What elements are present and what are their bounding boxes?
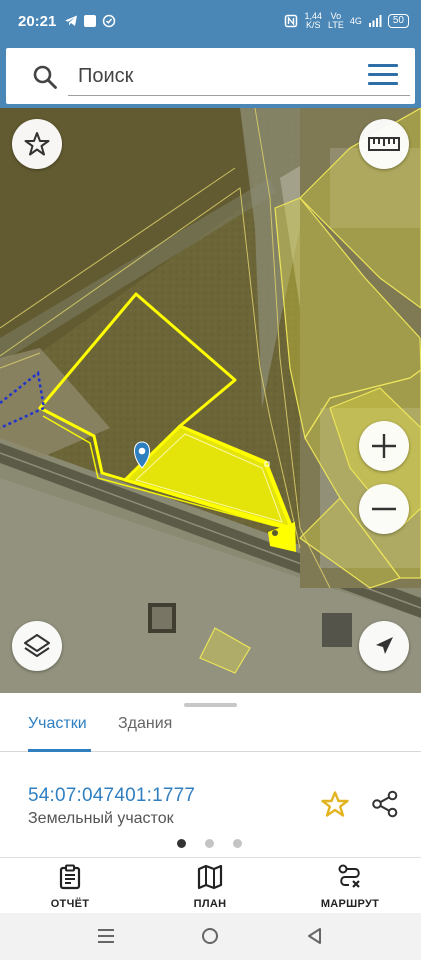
- menu-icon[interactable]: [368, 64, 398, 88]
- check-circle-icon: [103, 14, 116, 28]
- net-speed: 1,44 K/S: [304, 11, 323, 30]
- plan-label: ПЛАН: [193, 898, 227, 910]
- plan-button[interactable]: ПЛАН: [160, 864, 260, 912]
- tab-buildings[interactable]: Здания: [118, 715, 172, 733]
- ruler-icon: [368, 137, 400, 151]
- report-label: ОТЧЁТ: [50, 898, 90, 910]
- map-plan-icon: [197, 864, 223, 890]
- minus-icon: [372, 507, 396, 511]
- plus-icon: [372, 434, 396, 458]
- search-input[interactable]: [68, 58, 410, 96]
- page-dot[interactable]: [233, 839, 242, 848]
- recent-apps-icon[interactable]: [96, 926, 116, 946]
- favorites-button[interactable]: [12, 119, 62, 169]
- ruler-button[interactable]: [359, 119, 409, 169]
- notification-square-icon: [84, 15, 97, 27]
- search-box: [6, 48, 415, 104]
- my-location-button[interactable]: [359, 621, 409, 671]
- layers-button[interactable]: [12, 621, 62, 671]
- tab-parcels[interactable]: Участки: [28, 715, 87, 733]
- volte-indicator: Vo LTE: [328, 11, 344, 30]
- report-icon: [59, 864, 81, 890]
- favorite-star-icon[interactable]: [320, 790, 350, 820]
- parcel-info-sheet: Участки Здания 54:07:047401:1777 Земельн…: [0, 693, 421, 857]
- search-icon[interactable]: [32, 64, 58, 90]
- satellite-map[interactable]: [0, 108, 421, 693]
- back-icon[interactable]: [305, 926, 325, 946]
- network-type: 4G: [349, 15, 362, 26]
- route-label: МАРШРУТ: [320, 898, 380, 910]
- home-icon[interactable]: [200, 926, 220, 946]
- cadastral-number[interactable]: 54:07:047401:1777: [28, 785, 195, 807]
- satellite-map-image[interactable]: [0, 108, 421, 693]
- star-outline-icon: [24, 132, 50, 156]
- nfc-icon: [285, 14, 298, 28]
- active-tab-indicator: [28, 749, 91, 752]
- page-indicator: [177, 839, 242, 848]
- route-icon: [338, 864, 360, 888]
- action-bar: ОТЧЁТ ПЛАН МАРШРУТ: [0, 857, 421, 913]
- sheet-tabs: Участки Здания: [0, 707, 421, 752]
- zoom-out-button[interactable]: [359, 484, 409, 534]
- page-dot[interactable]: [177, 839, 186, 848]
- battery-indicator: 50: [387, 14, 409, 28]
- share-icon[interactable]: [370, 789, 400, 819]
- navigation-arrow-icon: [376, 637, 393, 654]
- system-nav-bar: [0, 913, 421, 960]
- status-bar: 20:21 1,44 K/S Vo LTE 4G 50: [0, 0, 421, 42]
- report-button[interactable]: ОТЧЁТ: [20, 864, 120, 912]
- telegram-icon: [65, 15, 78, 26]
- status-time: 20:21: [18, 12, 57, 30]
- object-type: Земельный участок: [28, 810, 174, 827]
- signal-icon: [368, 15, 382, 27]
- route-button[interactable]: МАРШРУТ: [300, 864, 400, 912]
- page-dot[interactable]: [205, 839, 214, 848]
- zoom-in-button[interactable]: [359, 421, 409, 471]
- layers-icon: [24, 634, 50, 657]
- search-header: [0, 42, 421, 108]
